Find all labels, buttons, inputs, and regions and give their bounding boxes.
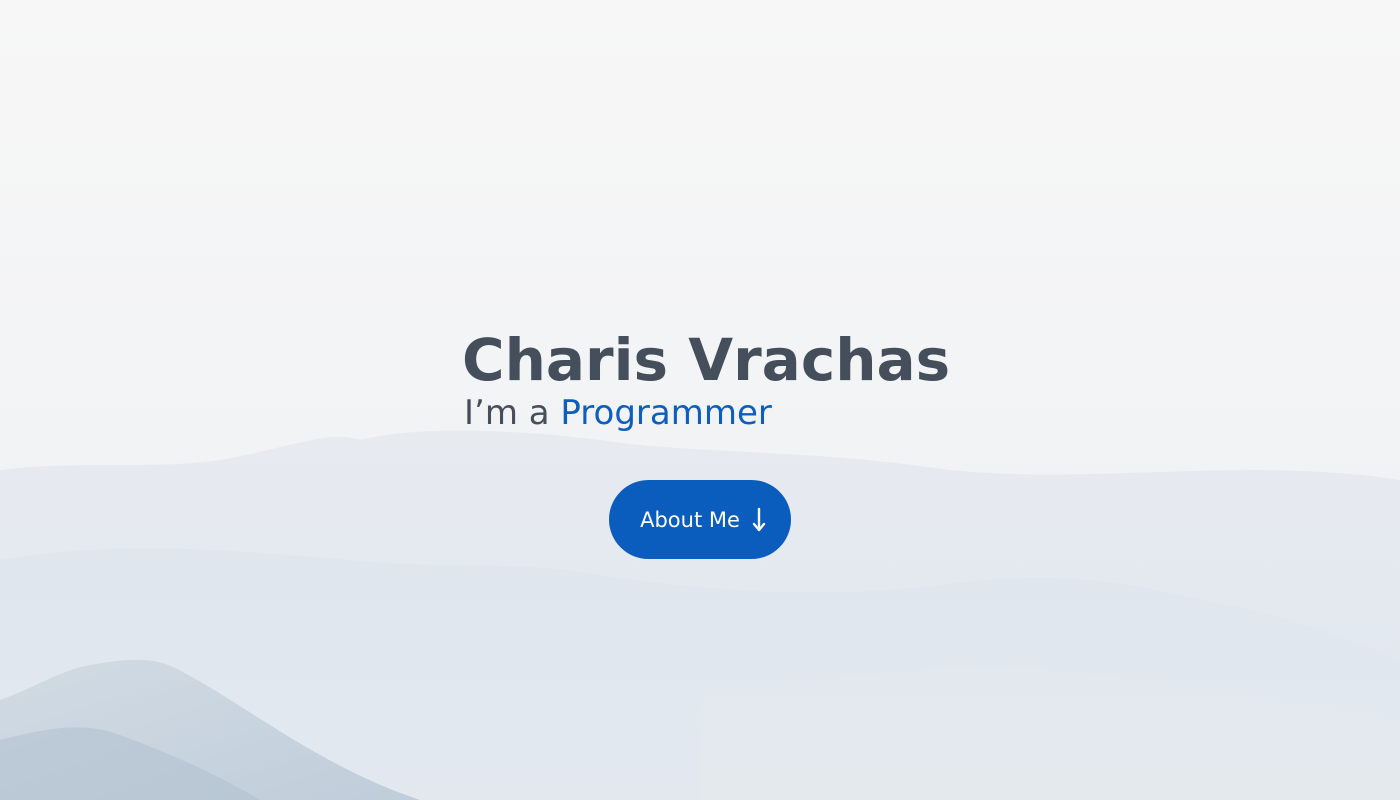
arrow-down-icon <box>752 507 766 531</box>
subtitle-prefix: I’m a <box>464 393 561 433</box>
hero-subtitle: I’m a Programmer <box>464 392 1062 434</box>
about-me-button[interactable]: About Me <box>609 480 791 559</box>
hero-name-heading: Charis Vrachas <box>462 326 951 394</box>
hero-content: Charis Vrachas I’m a Programmer <box>462 322 1062 434</box>
about-me-label: About Me <box>640 507 740 532</box>
hero-section: Charis Vrachas I’m a Programmer About Me <box>0 0 1400 800</box>
subtitle-role: Programmer <box>560 393 772 433</box>
